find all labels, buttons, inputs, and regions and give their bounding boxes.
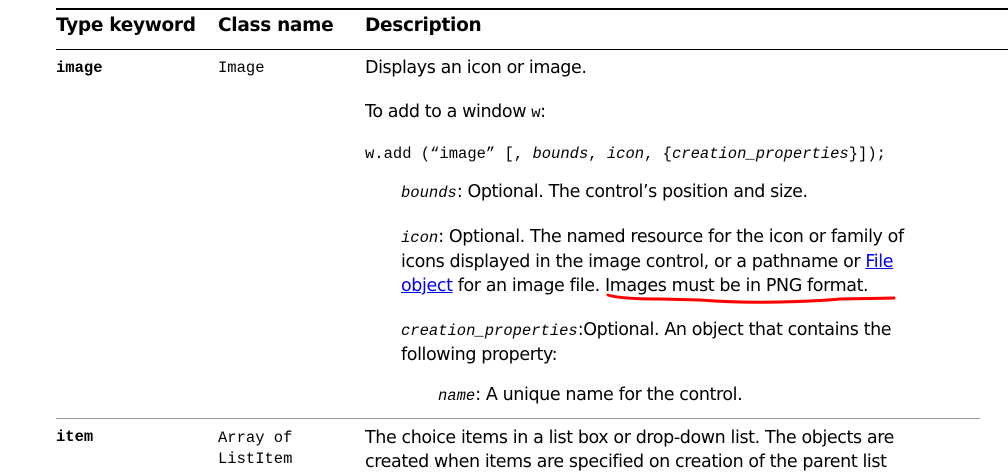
type-keyword: image [56, 59, 103, 77]
add-intro: To add to a window w: [365, 102, 546, 122]
header-type-keyword: Type keyword [56, 15, 196, 36]
header-description: Description [365, 15, 482, 36]
bounds-param: bounds: Optional. The control’s position… [401, 182, 808, 202]
code-example: w.add (“image” [, bounds, icon, {creatio… [365, 145, 886, 163]
file-object-link[interactable]: File [865, 252, 893, 272]
red-underline-annotation [606, 293, 896, 304]
header-bottom-rule [56, 49, 1008, 50]
header-class-name: Class name [218, 15, 334, 36]
creation-properties-param: creation_properties:Optional. An object … [401, 320, 892, 365]
class-name: Image [218, 59, 265, 77]
table-top-rule [56, 8, 1008, 10]
class-name: Array of ListItem [218, 429, 293, 468]
file-object-link-cont[interactable]: object [401, 276, 453, 296]
description: Displays an icon or image. [365, 58, 587, 78]
icon-param: icon: Optional. The named resource for t… [401, 227, 904, 296]
name-property: name: A unique name for the control. [438, 385, 743, 405]
description: The choice items in a list box or drop-d… [365, 428, 894, 472]
row-separator [56, 418, 980, 419]
type-keyword: item [56, 428, 94, 446]
